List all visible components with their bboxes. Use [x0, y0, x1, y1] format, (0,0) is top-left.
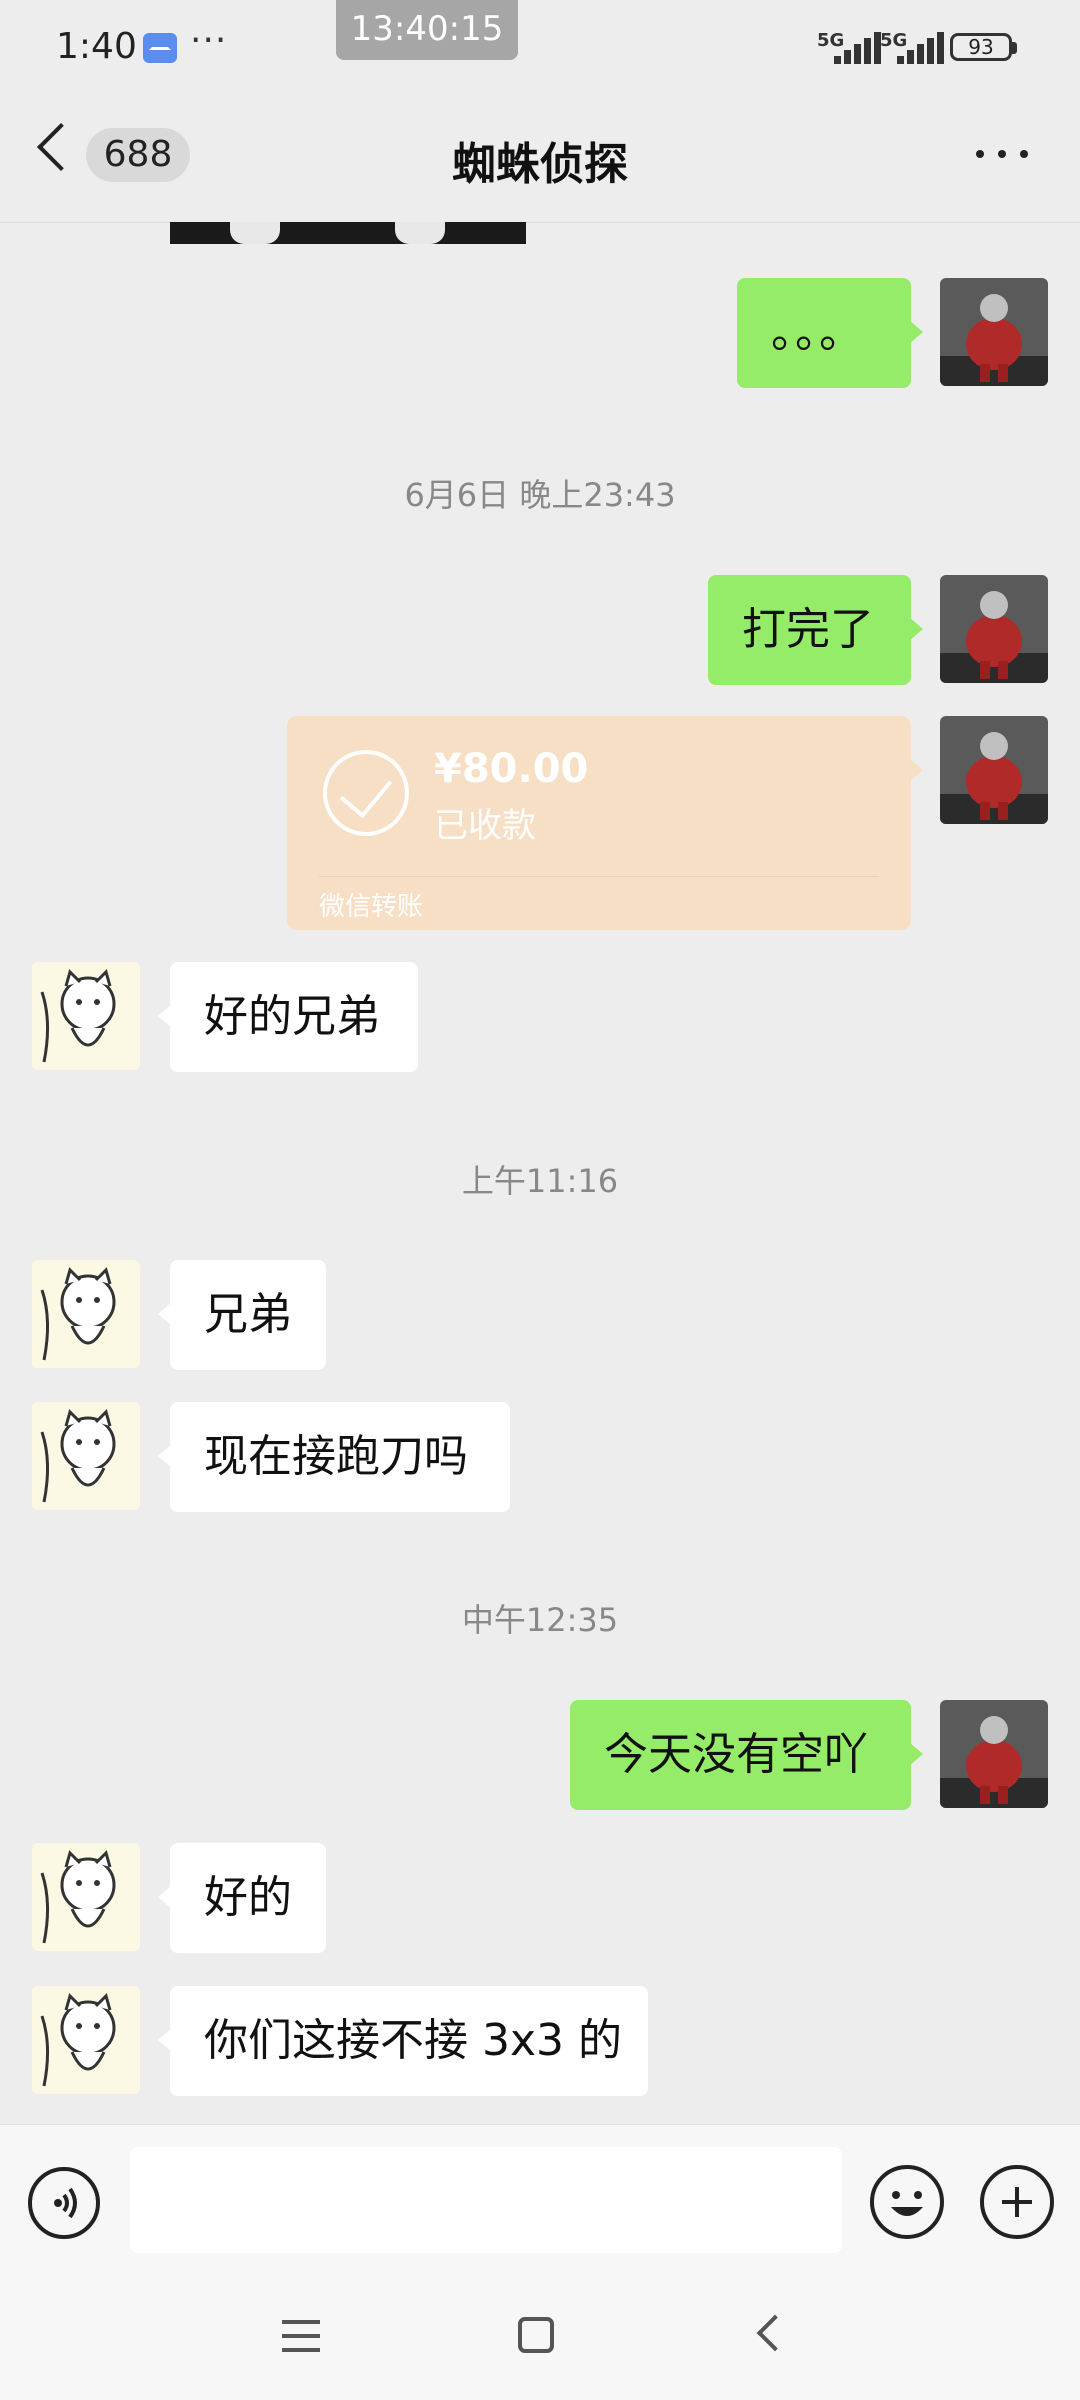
contact-avatar[interactable] — [32, 1986, 140, 2094]
transfer-card[interactable]: ¥80.00 已收款 微信转账 — [287, 716, 923, 930]
contact-message-bubble[interactable]: 兄弟 — [158, 1260, 326, 1370]
contact-message-bubble[interactable]: 你们这接不接 3x3 的 — [158, 1986, 648, 2096]
emoji-icon — [891, 2191, 923, 2216]
my-message-bubble[interactable]: 今天没有空吖 — [570, 1700, 923, 1810]
my-message-bubble[interactable]: 打完了 — [708, 575, 923, 685]
transfer-label: 微信转账 — [319, 892, 424, 922]
status-time: 1:40 — [56, 26, 137, 67]
transfer-status: 已收款 — [434, 806, 536, 846]
signal-icon-1 — [820, 30, 882, 64]
message-input[interactable] — [130, 2147, 842, 2253]
more-options-icon[interactable] — [976, 150, 1028, 158]
voice-input-button[interactable] — [28, 2167, 100, 2239]
input-bar — [0, 2124, 1080, 2271]
my-avatar[interactable] — [940, 575, 1048, 683]
check-icon — [323, 750, 409, 836]
system-back-icon[interactable] — [756, 2314, 794, 2352]
header-divider — [0, 222, 1080, 223]
emoji-button[interactable] — [870, 2165, 944, 2239]
chat-title: 蜘蛛侦探 — [452, 139, 628, 190]
contact-avatar[interactable] — [32, 962, 140, 1070]
transfer-amount: ¥80.00 — [434, 746, 589, 792]
contact-message-bubble[interactable]: 好的 — [158, 1843, 326, 1953]
contact-avatar[interactable] — [32, 1843, 140, 1951]
screen-clock: 13:40:15 — [336, 0, 518, 60]
more-notifications-icon: ··· — [190, 20, 228, 61]
contact-avatar[interactable] — [32, 1402, 140, 1510]
home-icon[interactable] — [518, 2317, 554, 2353]
battery-icon: 93 — [950, 33, 1012, 61]
my-avatar[interactable] — [940, 1700, 1048, 1808]
time-separator: 上午11:16 — [461, 1162, 619, 1200]
my-avatar[interactable] — [940, 716, 1048, 824]
system-nav-bar — [0, 2270, 1080, 2400]
my-avatar[interactable] — [940, 278, 1048, 386]
signal-icon-2 — [883, 30, 945, 64]
recent-apps-icon[interactable] — [282, 2320, 320, 2352]
time-separator: 中午12:35 — [461, 1601, 619, 1639]
image-message-partial[interactable] — [170, 222, 526, 244]
my-message-bubble[interactable]: 。。。 — [737, 278, 923, 388]
battery-tip — [1012, 42, 1017, 54]
contact-message-bubble[interactable]: 现在接跑刀吗 — [158, 1402, 510, 1512]
time-separator: 6月6日 晚上23:43 — [404, 476, 676, 514]
contact-message-bubble[interactable]: 好的兄弟 — [158, 962, 418, 1072]
contact-avatar[interactable] — [32, 1260, 140, 1368]
voice-icon — [54, 2187, 77, 2219]
transfer-divider — [319, 876, 879, 877]
more-functions-plus-icon[interactable] — [980, 2165, 1054, 2239]
mail-notification-icon — [143, 33, 177, 63]
